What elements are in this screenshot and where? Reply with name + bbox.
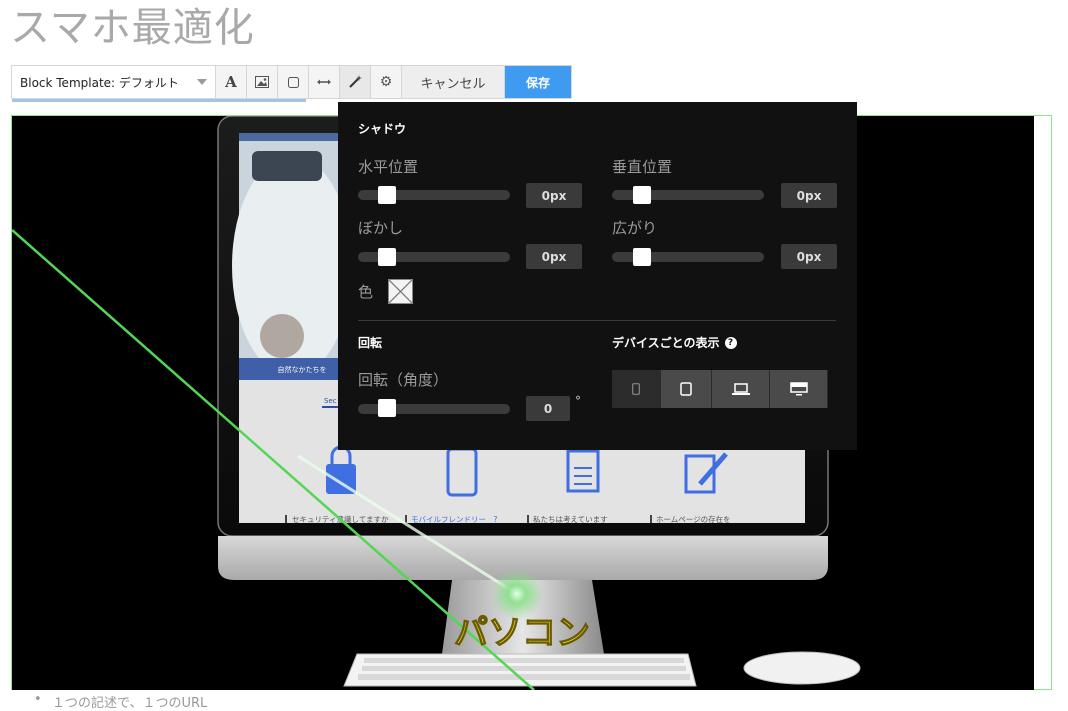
save-button[interactable]: 保存 bbox=[505, 66, 571, 98]
image-icon bbox=[255, 76, 269, 88]
help-icon[interactable]: ? bbox=[724, 336, 737, 349]
cancel-button[interactable]: キャンセル bbox=[402, 66, 505, 98]
spacing-button[interactable] bbox=[309, 66, 340, 98]
no-color-icon bbox=[389, 280, 412, 303]
list-item: １つの記述で、１つのURL bbox=[34, 692, 207, 711]
blur-thumb[interactable] bbox=[378, 248, 396, 266]
rotation-angle-thumb[interactable] bbox=[378, 399, 396, 417]
spread-value[interactable]: 0px bbox=[781, 244, 837, 269]
section-divider bbox=[358, 320, 836, 321]
device-visibility-group bbox=[612, 370, 828, 408]
magic-wand-icon bbox=[349, 75, 362, 88]
effects-button[interactable] bbox=[340, 66, 371, 98]
vertical-position-value[interactable]: 0px bbox=[781, 183, 837, 208]
rotation-angle-label: 回転（角度） bbox=[358, 371, 449, 389]
text-style-button[interactable]: A bbox=[216, 66, 247, 98]
template-text: Block Template: デフォルト bbox=[20, 74, 179, 91]
degree-unit: ° bbox=[575, 394, 581, 408]
vertical-position-thumb[interactable] bbox=[633, 186, 651, 204]
device-desktop-button[interactable] bbox=[770, 370, 828, 408]
gear-icon: ⚙ bbox=[379, 74, 393, 90]
border-button[interactable] bbox=[278, 66, 309, 98]
list-item-text: １つの記述で、１つのURL bbox=[52, 696, 208, 711]
image-button[interactable] bbox=[247, 66, 278, 98]
device-phone-small-button[interactable] bbox=[612, 370, 661, 408]
device-laptop-button[interactable] bbox=[712, 370, 770, 408]
template-label: Block Template: bbox=[20, 75, 116, 90]
tablet-icon bbox=[680, 382, 692, 396]
monitor-label: パソコン bbox=[454, 613, 590, 653]
square-icon bbox=[287, 76, 299, 88]
phone-small-icon bbox=[632, 383, 640, 395]
block-toolbar: Block Template: デフォルト A ⚙ キャンセル 保存 bbox=[11, 65, 572, 102]
width-arrows-icon bbox=[317, 79, 331, 85]
spread-thumb[interactable] bbox=[633, 248, 651, 266]
page-title: スマホ最適化 bbox=[10, 5, 255, 51]
desktop-icon bbox=[789, 382, 808, 396]
horizontal-position-thumb[interactable] bbox=[378, 186, 396, 204]
device-title-text: デバイスごとの表示 bbox=[612, 336, 720, 350]
color-label: 色 bbox=[358, 283, 374, 301]
device-section-title: デバイスごとの表示 ? bbox=[612, 334, 737, 351]
rotation-angle-value[interactable]: 0 bbox=[526, 396, 570, 421]
horizontal-position-label: 水平位置 bbox=[358, 158, 419, 176]
blur-value[interactable]: 0px bbox=[526, 244, 582, 269]
caption-homepage: ホームページの存在を bbox=[656, 514, 731, 524]
shadow-color-swatch[interactable] bbox=[388, 279, 413, 304]
block-template-select[interactable]: Block Template: デフォルト bbox=[12, 66, 306, 102]
rotation-section-title: 回転 bbox=[358, 336, 383, 350]
spread-label: 広がり bbox=[612, 219, 658, 237]
caption-mobile: モバイルフレンドリー ? bbox=[411, 515, 497, 524]
shadow-section-title: シャドウ bbox=[358, 122, 407, 136]
svg-text:Sec: Sec bbox=[324, 397, 337, 405]
horizontal-position-value[interactable]: 0px bbox=[526, 183, 582, 208]
effects-panel: シャドウ 水平位置 0px 垂直位置 0px ぼかし 0px 広がり 0px 色… bbox=[338, 102, 857, 450]
banner-text: 自然なかたちを bbox=[278, 365, 327, 374]
chevron-down-icon bbox=[197, 79, 207, 85]
template-value: デフォルト bbox=[118, 75, 179, 90]
vertical-position-label: 垂直位置 bbox=[612, 158, 673, 176]
laptop-icon bbox=[731, 383, 750, 395]
blur-label: ぼかし bbox=[358, 219, 404, 237]
device-tablet-button[interactable] bbox=[661, 370, 712, 408]
settings-button[interactable]: ⚙ bbox=[371, 66, 402, 98]
caption-thinking: 私たちは考えています bbox=[533, 515, 608, 524]
font-icon: A bbox=[225, 73, 237, 91]
